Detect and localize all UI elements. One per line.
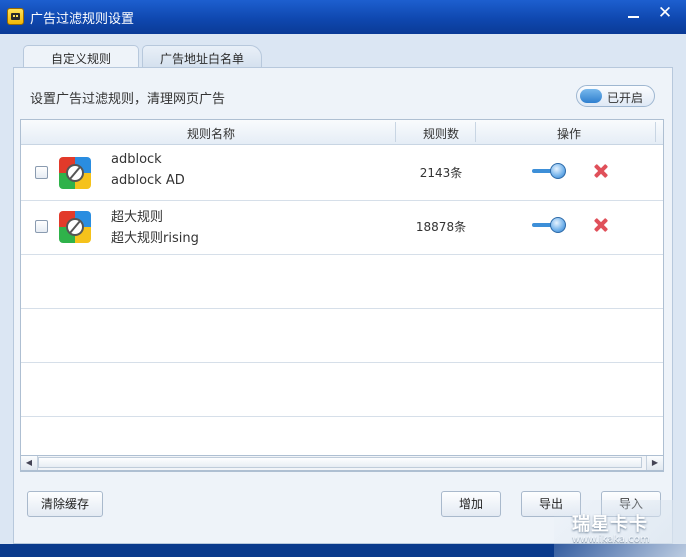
watermark-title: 瑞星卡卡 xyxy=(572,514,648,535)
scroll-right-icon[interactable]: ▶ xyxy=(646,456,663,470)
delete-icon[interactable] xyxy=(593,218,607,232)
table-header: 规则名称 规则数 操作 xyxy=(21,120,663,145)
scroll-thumb[interactable] xyxy=(38,457,642,468)
rule-enable-slider[interactable] xyxy=(532,217,566,233)
rule-name: adblock xyxy=(111,152,162,167)
header-rule-name: 规则名称 xyxy=(186,127,235,141)
header-rule-count: 规则数 xyxy=(422,127,459,141)
tab-ad-whitelist[interactable]: 广告地址白名单 xyxy=(142,45,262,69)
filter-toggle[interactable]: 已开启 xyxy=(576,85,655,107)
horizontal-scrollbar[interactable]: ◀ ▶ xyxy=(20,455,664,471)
empty-row xyxy=(21,308,663,363)
slider-knob[interactable] xyxy=(550,217,566,233)
scroll-left-icon[interactable]: ◀ xyxy=(21,456,38,470)
tab-custom-rules[interactable]: 自定义规则 xyxy=(23,45,139,69)
rule-count: 2143条 xyxy=(419,166,463,180)
empty-row xyxy=(21,416,663,454)
rule-subname: adblock AD xyxy=(111,173,185,188)
table-row: adblock adblock AD 2143条 xyxy=(21,146,663,201)
header-divider xyxy=(655,122,656,142)
rule-name: 超大规则 xyxy=(111,210,164,225)
close-button[interactable]: ✕ xyxy=(652,4,678,24)
toggle-label: 已开启 xyxy=(607,91,644,105)
add-button[interactable]: 增加 xyxy=(441,491,501,517)
rules-table: 规则名称 规则数 操作 adblock adblock AD 2143条 超大规… xyxy=(20,119,664,472)
app-logo-icon xyxy=(7,8,24,25)
row-checkbox[interactable] xyxy=(35,220,48,233)
page-description: 设置广告过滤规则，清理网页广告 xyxy=(30,92,226,107)
watermark-url: www.ikaka.com xyxy=(572,534,650,545)
empty-row xyxy=(21,254,663,309)
title-bar: 广告过滤规则设置 ✕ xyxy=(0,0,686,34)
table-row: 超大规则 超大规则rising 18878条 xyxy=(21,200,663,255)
clear-cache-button[interactable]: 清除缓存 xyxy=(27,491,103,517)
row-checkbox[interactable] xyxy=(35,166,48,179)
rule-enable-slider[interactable] xyxy=(532,163,566,179)
header-action: 操作 xyxy=(556,127,581,141)
slider-knob[interactable] xyxy=(550,163,566,179)
rule-count: 18878条 xyxy=(415,220,467,234)
empty-row xyxy=(21,362,663,417)
delete-icon[interactable] xyxy=(593,164,607,178)
toggle-knob xyxy=(580,89,602,103)
minimize-button[interactable] xyxy=(620,4,646,24)
window-title: 广告过滤规则设置 xyxy=(30,12,135,27)
rule-subname: 超大规则rising xyxy=(111,231,199,246)
rule-block-icon xyxy=(59,211,91,243)
rule-block-icon xyxy=(59,157,91,189)
